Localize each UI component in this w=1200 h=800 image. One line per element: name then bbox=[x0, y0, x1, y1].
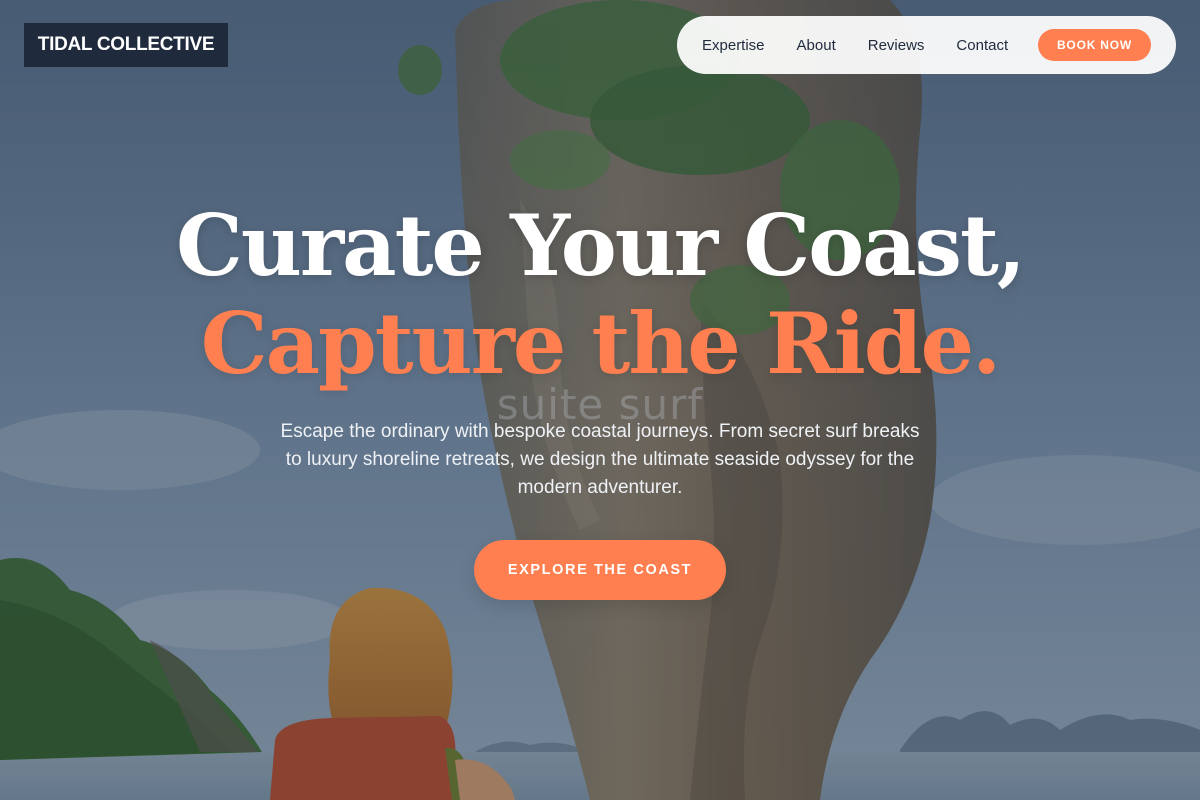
brand-logo[interactable]: TIDAL COLLECTIVE bbox=[24, 23, 228, 67]
main-nav: Expertise About Reviews Contact BOOK NOW bbox=[677, 16, 1176, 74]
nav-link-about[interactable]: About bbox=[797, 37, 836, 54]
hero-subtitle: Escape the ordinary with bespoke coastal… bbox=[280, 421, 920, 498]
nav-link-expertise[interactable]: Expertise bbox=[702, 37, 765, 54]
hero-title-line-2: Capture the Ride. bbox=[200, 294, 1002, 393]
nav-link-reviews[interactable]: Reviews bbox=[868, 37, 925, 54]
hero-title-line-1: Curate Your Coast, bbox=[175, 196, 1026, 295]
nav-link-contact[interactable]: Contact bbox=[956, 37, 1008, 54]
explore-coast-button[interactable]: EXPLORE THE COAST bbox=[474, 540, 726, 600]
book-now-button[interactable]: BOOK NOW bbox=[1038, 29, 1151, 61]
